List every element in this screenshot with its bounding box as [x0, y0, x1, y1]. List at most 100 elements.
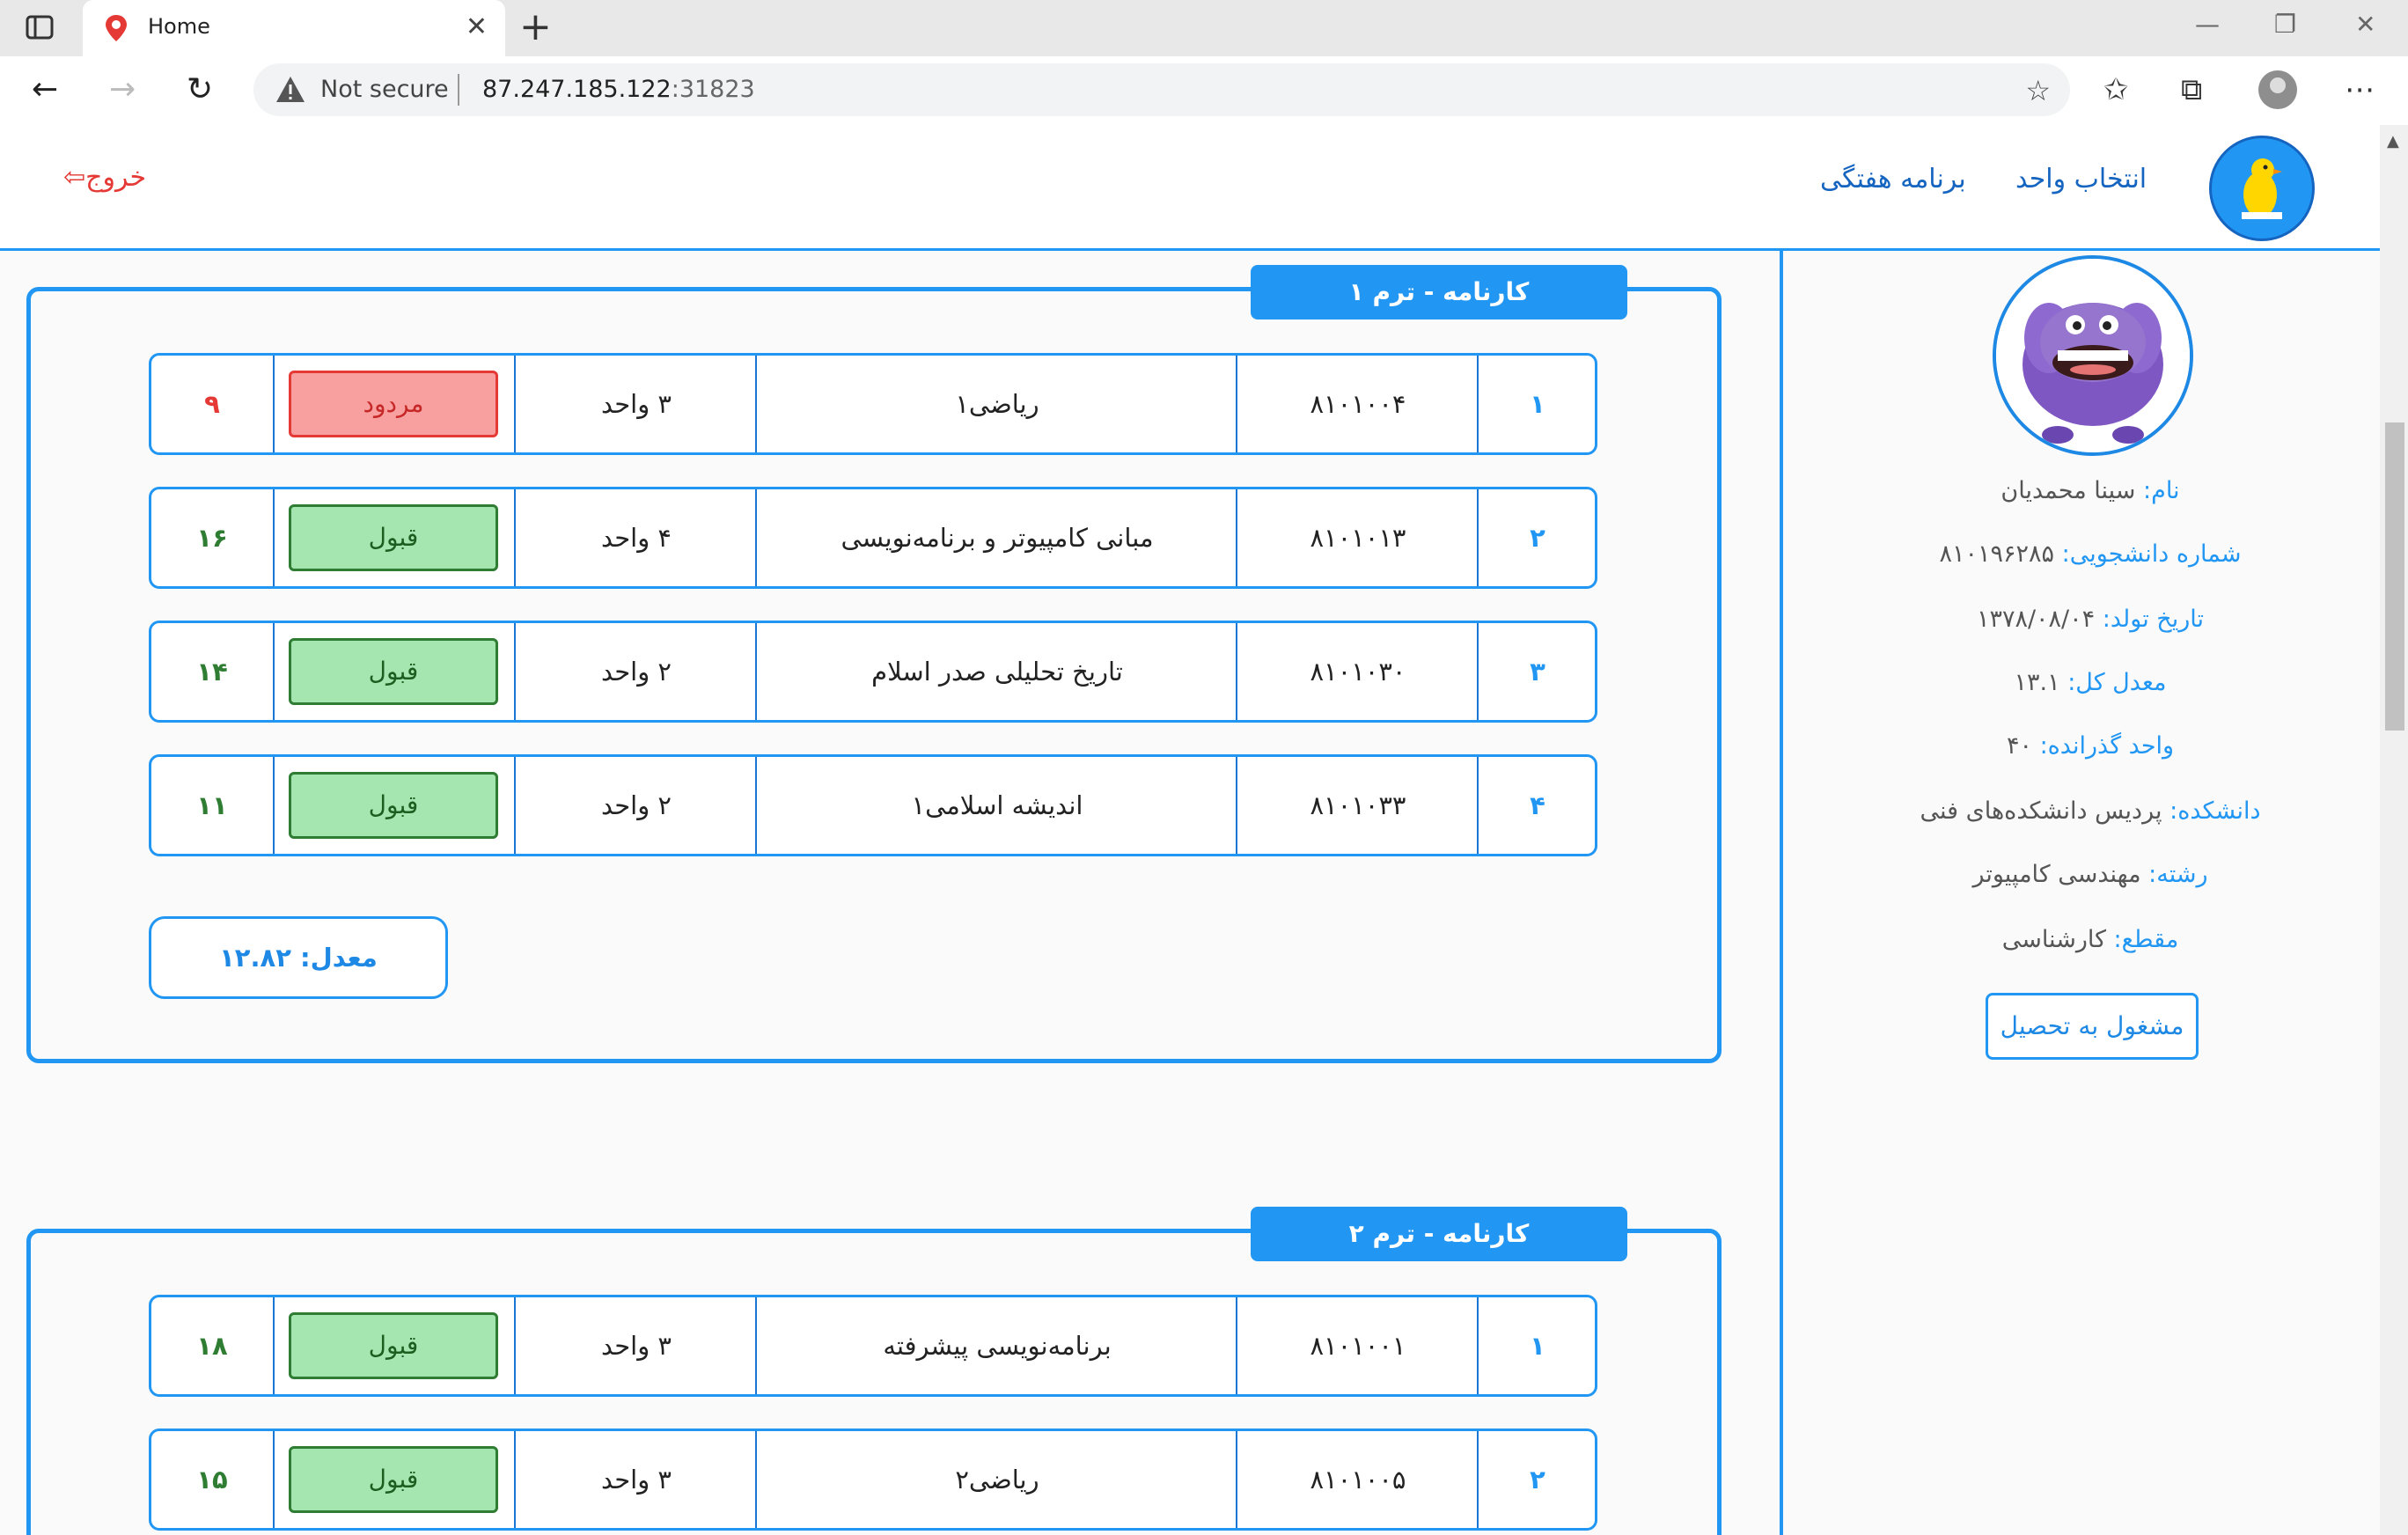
term-title: کارنامه - ترم ۱: [1251, 265, 1627, 319]
course-row: ۱۱ قبول ۲ واحد اندیشه اسلامی۱ ۸۱۰۱۰۳۳ ۴: [149, 754, 1597, 856]
course-row: ۱۵ قبول ۳ واحد ریاضی۲ ۸۱۰۱۰۰۵ ۲: [149, 1429, 1597, 1531]
collections-icon[interactable]: ⧉: [2181, 72, 2202, 107]
profile-avatar-icon[interactable]: [2258, 70, 2297, 109]
course-grade: ۱۸: [196, 1331, 228, 1361]
back-arrow-icon[interactable]: ←: [32, 70, 58, 109]
term-title: کارنامه - ترم ۲: [1251, 1207, 1627, 1261]
info-value: ۱۳۷۸/۰۸/۰۴: [1976, 606, 2096, 633]
course-name: تاریخ تحلیلی صدر اسلام: [755, 623, 1237, 720]
info-key: مقطع:: [2113, 926, 2179, 953]
add-favorite-icon[interactable]: ☆: [2025, 74, 2051, 107]
course-units: ۲ واحد: [514, 757, 757, 854]
tab-actions-icon[interactable]: [25, 12, 55, 42]
course-index: ۱: [1477, 356, 1597, 452]
profile-degree-row: مقطع: کارشناسی: [1822, 926, 2359, 953]
scroll-up-arrow-icon[interactable]: ▲: [2387, 132, 2399, 151]
course-grade: ۹: [204, 389, 220, 419]
tab-title: Home: [148, 14, 210, 39]
url-host: 87.247.185.122: [482, 76, 672, 103]
info-key: معدل کل:: [2067, 669, 2167, 696]
monster-avatar-image: [1996, 259, 2190, 452]
profile-passed-units-row: واحد گذرانده: ۴۰: [1822, 732, 2359, 760]
course-name: برنامه‌نویسی پیشرفته: [755, 1297, 1237, 1394]
course-status-cell: قبول: [273, 623, 516, 720]
status-badge: قبول: [289, 772, 498, 839]
course-grade: ۱۶: [196, 523, 228, 553]
course-row: ۱۸ قبول ۳ واحد برنامه‌نویسی پیشرفته ۸۱۰۱…: [149, 1295, 1597, 1397]
address-bar[interactable]: Not secure 87.247.185.122:31823 ☆: [253, 63, 2070, 116]
browser-tab[interactable]: Home ✕: [83, 0, 505, 56]
nav-course-selection[interactable]: انتخاب واحد: [2015, 164, 2147, 195]
not-secure-label: Not secure: [320, 76, 449, 103]
course-index: ۲: [1477, 1431, 1597, 1528]
info-key: نام:: [2143, 477, 2180, 504]
nav-weekly-schedule[interactable]: برنامه هفتگی: [1820, 164, 1966, 195]
canary-bird-icon: [2214, 141, 2309, 236]
logout-button[interactable]: خروج⇦: [63, 162, 146, 193]
enrollment-status-button[interactable]: مشغول به تحصیل: [1986, 993, 2199, 1060]
status-badge: مردود: [289, 371, 498, 437]
course-units: ۲ واحد: [514, 623, 757, 720]
restore-icon[interactable]: ❐: [2274, 7, 2296, 42]
course-code: ۸۱۰۱۰۰۱: [1236, 1297, 1479, 1394]
course-status-cell: قبول: [273, 1431, 516, 1528]
profile-total-gpa-row: معدل کل: ۱۳.۱: [1822, 669, 2359, 696]
close-tab-icon[interactable]: ✕: [466, 12, 488, 42]
student-avatar: [1993, 255, 2193, 456]
close-window-icon[interactable]: ✕: [2355, 7, 2375, 42]
scroll-thumb[interactable]: [2385, 422, 2404, 731]
course-name: اندیشه اسلامی۱: [755, 757, 1237, 854]
course-index: ۴: [1477, 757, 1597, 854]
url-text[interactable]: 87.247.185.122:31823: [482, 76, 755, 103]
course-grade: ۱۴: [196, 657, 228, 687]
info-value: کارشناسی: [2001, 926, 2106, 953]
url-port: :31823: [671, 76, 755, 103]
course-grade: ۱۵: [196, 1465, 228, 1495]
favorites-icon[interactable]: ✩: [2103, 72, 2129, 107]
course-units: ۳ واحد: [514, 1431, 757, 1528]
profile-name-row: نام: سینا محمدیان: [1822, 477, 2359, 504]
course-code: ۸۱۰۱۰۰۴: [1236, 356, 1479, 452]
course-name: ریاضی۲: [755, 1431, 1237, 1528]
address-separator: [458, 74, 459, 106]
page-scrollbar[interactable]: ▲: [2380, 125, 2408, 1535]
course-code: ۸۱۰۱۰۳۳: [1236, 757, 1479, 854]
info-value: ۴۰: [2006, 732, 2032, 760]
profile-major-row: رشته: مهندسی کامپیوتر: [1822, 861, 2359, 888]
profile-birthdate-row: تاریخ تولد: ۱۳۷۸/۰۸/۰۴: [1822, 606, 2359, 633]
course-units: ۴ واحد: [514, 489, 757, 586]
info-key: دانشکده:: [2169, 797, 2261, 825]
info-value: سینا محمدیان: [2001, 477, 2136, 504]
logout-icon: ⇦: [63, 162, 86, 193]
info-value: ۱۳.۱: [2014, 669, 2060, 696]
info-value: مهندسی کامپیوتر: [1972, 861, 2141, 888]
page-content: انتخاب واحد برنامه هفتگی خروج⇦ نام: سینا…: [0, 125, 2380, 1535]
more-menu-icon[interactable]: ⋯: [2345, 72, 2375, 107]
profile-student-id-row: شماره دانشجویی: ۸۱۰۱۹۶۲۸۵: [1822, 540, 2359, 568]
course-index: ۳: [1477, 623, 1597, 720]
forward-arrow-icon[interactable]: →: [109, 70, 136, 109]
course-index: ۲: [1477, 489, 1597, 586]
info-key: تاریخ تولد:: [2102, 606, 2205, 633]
course-status-cell: قبول: [273, 757, 516, 854]
site-logo[interactable]: [2209, 136, 2315, 241]
browser-tab-bar: Home ✕ + — ❐ ✕: [0, 0, 2408, 56]
new-tab-button[interactable]: +: [519, 8, 552, 47]
status-badge: قبول: [289, 1446, 498, 1513]
info-key: رشته:: [2148, 861, 2208, 888]
profile-faculty-row: دانشکده: پردیس دانشکده‌های فنی: [1822, 797, 2359, 825]
term-card: کارنامه - ترم ۱ ۹ مردود ۳ واحد ریاضی۱ ۸۱…: [26, 265, 1722, 1063]
course-row: ۱۶ قبول ۴ واحد مبانی کامپیوتر و برنامه‌ن…: [149, 487, 1597, 589]
course-status-cell: قبول: [273, 1297, 516, 1394]
course-grade: ۱۱: [196, 790, 228, 820]
status-badge: قبول: [289, 504, 498, 571]
course-units: ۳ واحد: [514, 1297, 757, 1394]
term-gpa: معدل: ۱۲.۸۲: [149, 916, 448, 999]
course-row: ۱۴ قبول ۲ واحد تاریخ تحلیلی صدر اسلام ۸۱…: [149, 621, 1597, 723]
minimize-icon[interactable]: —: [2195, 7, 2220, 42]
logout-label: خروج: [85, 162, 147, 193]
info-value: ۸۱۰۱۹۶۲۸۵: [1939, 540, 2055, 568]
refresh-icon[interactable]: ↻: [187, 70, 213, 109]
course-index: ۱: [1477, 1297, 1597, 1394]
course-status-cell: قبول: [273, 489, 516, 586]
